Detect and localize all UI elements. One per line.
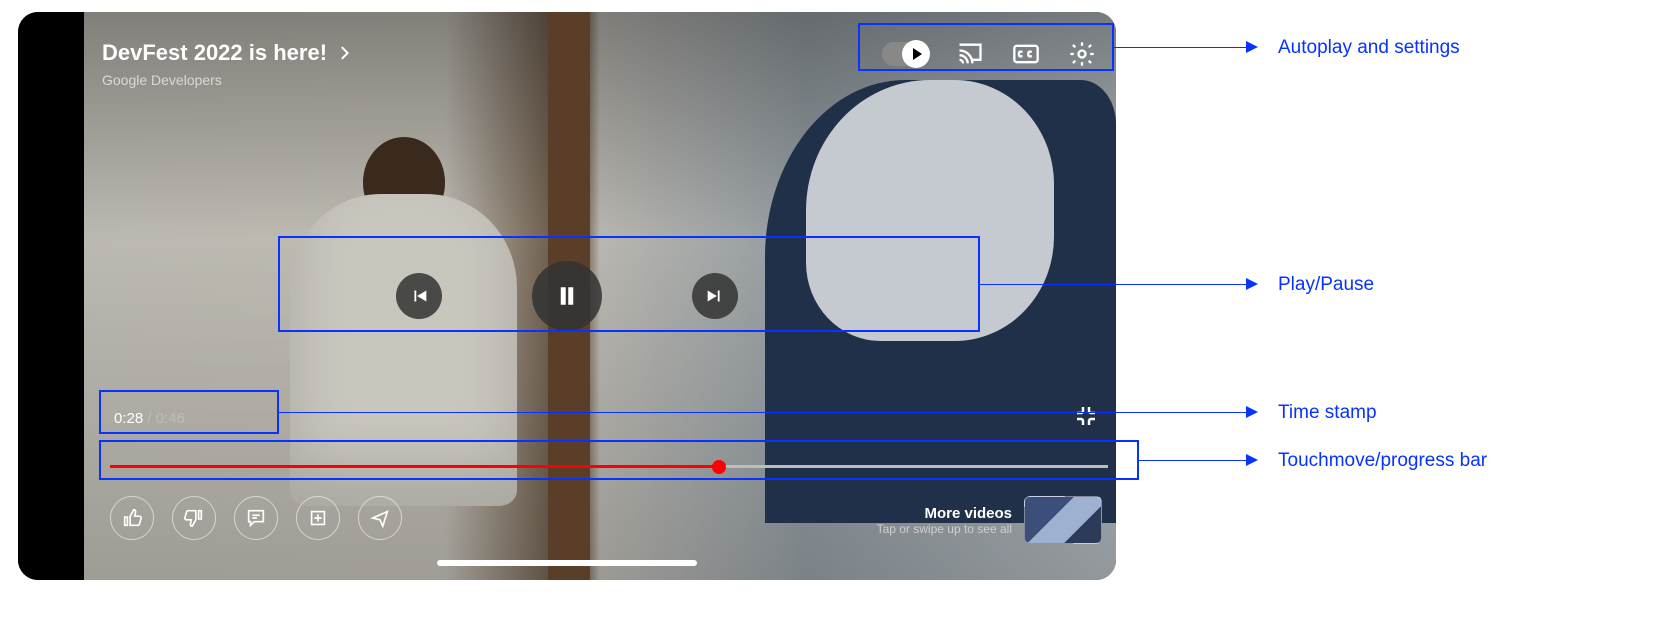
annotation-line [1114,47,1246,48]
annotation-label-playpause: Play/Pause [1278,274,1374,296]
action-row [110,496,402,540]
video-player[interactable]: DevFest 2022 is here! Google Developers [18,12,1116,580]
pause-button[interactable] [532,261,602,331]
comments-button[interactable] [234,496,278,540]
save-button[interactable] [296,496,340,540]
chevron-right-icon [337,45,353,61]
arrow-right-icon [1246,454,1258,466]
playback-controls [396,261,738,331]
home-indicator[interactable] [437,560,697,566]
annotation-line [980,284,1246,285]
progress-played [110,465,719,468]
dislike-button[interactable] [172,496,216,540]
video-title-button[interactable]: DevFest 2022 is here! [102,40,353,66]
letterbox-left [18,12,84,580]
top-right-controls [870,36,1108,72]
settings-button[interactable] [1068,40,1096,68]
annotation-label-autoplay: Autoplay and settings [1278,37,1460,59]
channel-name[interactable]: Google Developers [102,72,353,88]
progress-knob[interactable] [712,460,726,474]
annotation-label-timestamp: Time stamp [1278,402,1377,424]
progress-bar[interactable] [110,460,1108,472]
next-button[interactable] [692,273,738,319]
annotation-line [279,412,1246,413]
time-duration: 0:46 [156,410,185,427]
time-current: 0:28 [114,410,143,427]
like-button[interactable] [110,496,154,540]
more-videos[interactable]: More videos Tap or swipe up to see all [877,496,1102,544]
captions-button[interactable] [1012,40,1040,68]
previous-button[interactable] [396,273,442,319]
timestamp: 0:28 / 0:46 [114,410,185,427]
annotation-label-progress: Touchmove/progress bar [1278,450,1487,472]
share-button[interactable] [358,496,402,540]
video-title: DevFest 2022 is here! [102,40,327,66]
autoplay-toggle[interactable] [882,42,928,66]
annotation-line [1139,460,1246,461]
more-videos-title: More videos [877,505,1012,522]
play-icon [902,40,930,68]
arrow-right-icon [1246,278,1258,290]
arrow-right-icon [1246,406,1258,418]
arrow-right-icon [1246,41,1258,53]
more-videos-thumbnail [1024,496,1102,544]
time-divider: / [143,410,156,427]
more-videos-subtitle: Tap or swipe up to see all [877,522,1012,536]
exit-fullscreen-button[interactable] [1074,404,1098,428]
cast-button[interactable] [956,40,984,68]
